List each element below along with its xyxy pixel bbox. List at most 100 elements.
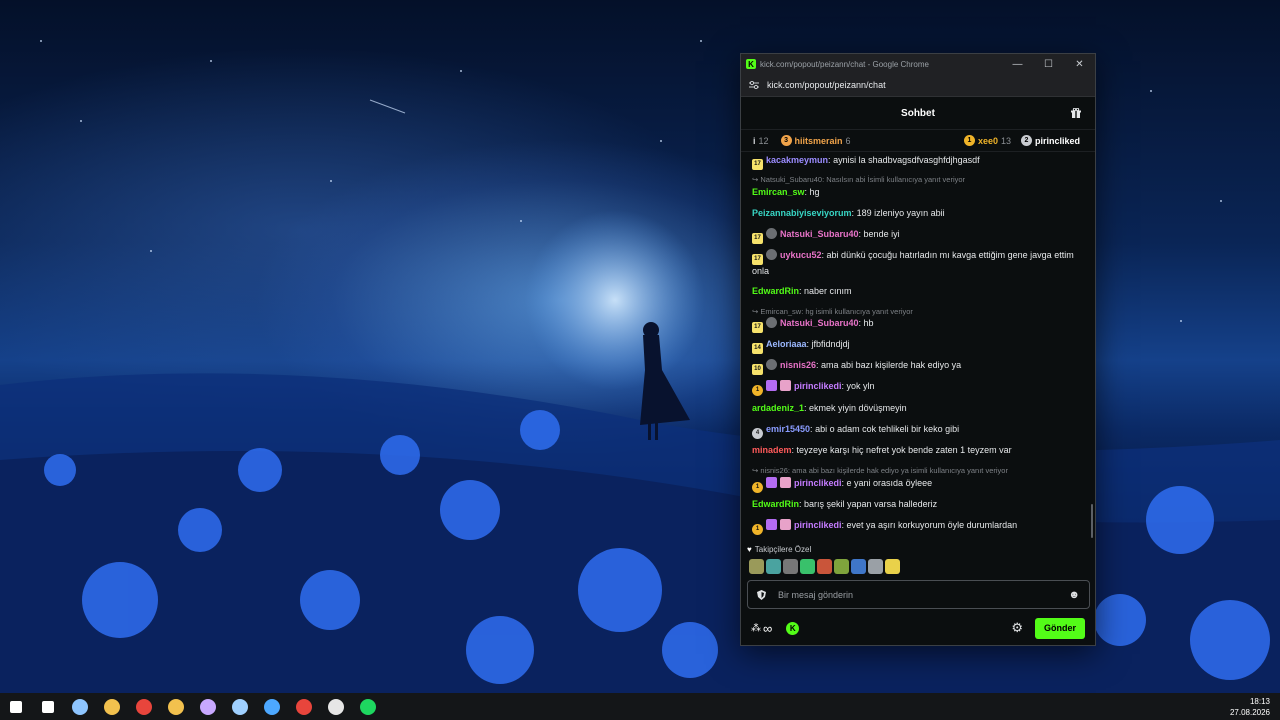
cheese-icon[interactable] [885, 559, 900, 574]
window-titlebar[interactable]: K kick.com/popout/peizann/chat - Google … [741, 54, 1095, 74]
face-icon[interactable] [800, 559, 815, 574]
send-button[interactable]: Gönder [1035, 617, 1085, 639]
message-text: naber cınım [804, 286, 852, 296]
username[interactable]: EdwardRin [752, 499, 799, 509]
chrome-popout-window: K kick.com/popout/peizann/chat - Google … [740, 53, 1096, 646]
maximize-button[interactable]: ☐ [1033, 54, 1064, 74]
shooting-star [369, 99, 406, 114]
username[interactable]: pirinclikedi [794, 381, 842, 391]
obs-taskbar-button[interactable] [320, 693, 352, 720]
username[interactable]: Emircan_sw [752, 187, 805, 197]
hat-icon[interactable] [783, 559, 798, 574]
username[interactable]: EdwardRin [752, 286, 799, 296]
pepe-icon[interactable] [749, 559, 764, 574]
chat-message: 17 Natsuki_Subaru40: bende iyi [752, 228, 1088, 244]
message-text: hg [809, 187, 820, 197]
emote-section-header: ♥ Takipçilere Özel [747, 545, 811, 554]
username[interactable]: uykucu52 [780, 250, 822, 260]
frog-icon[interactable] [766, 559, 781, 574]
username[interactable]: kacakmeymun [766, 155, 828, 165]
windows-start-taskbar-button[interactable] [0, 693, 32, 720]
leader-entry-2[interactable]: 1 xee0 13 [963, 135, 1011, 146]
avatar-badge-icon [766, 359, 777, 370]
chrome-icon [136, 698, 152, 715]
app-icon [264, 698, 280, 715]
rank-badge: 2 [1020, 135, 1032, 146]
infinity-label: ∞ [763, 620, 773, 636]
message-text: hb [863, 318, 874, 328]
kick-k-icon[interactable]: K [786, 621, 800, 635]
username[interactable]: Peizannabiyiseviyorum [752, 208, 852, 218]
leader-entry-1[interactable]: 3 hiitsmerain 6 [780, 135, 851, 146]
spotify-taskbar-button[interactable] [352, 693, 384, 720]
sub-badge: 17 [752, 159, 763, 170]
kick-logo-icon: K [746, 59, 756, 69]
leader-entry-3[interactable]: 2 pirincliked [1020, 135, 1083, 146]
sub-badge: 17 [752, 233, 763, 244]
app-taskbar-button[interactable] [256, 693, 288, 720]
search-taskbar-button[interactable] [32, 693, 64, 720]
gift-badge-icon [766, 519, 777, 530]
gift-icon[interactable] [1071, 108, 1081, 118]
message-text: jfbfidndjdj [811, 339, 850, 349]
avatar-badge-icon [766, 317, 777, 328]
reply-context[interactable]: ↪ Emircan_sw: hg isimli kullanıcıya yanı… [752, 307, 913, 316]
leader-entry-0[interactable]: i 12 [753, 136, 769, 146]
message-text: bende iyi [863, 229, 900, 239]
chrome-taskbar-button[interactable] [128, 693, 160, 720]
file-explorer-icon [104, 698, 120, 715]
search-icon [42, 700, 54, 713]
minimize-button[interactable]: — [1002, 54, 1033, 74]
username[interactable]: Aeloriaaa [766, 339, 807, 349]
reply-context[interactable]: ↪ nisnis26: ama abi bazı kişilerde hak e… [752, 466, 1008, 475]
chat-title: Sohbet [901, 107, 935, 119]
chat-scrollbar[interactable] [1091, 504, 1093, 538]
blue-icon[interactable] [851, 559, 866, 574]
chat-message: 17 kacakmeymun: aynisi la shadbvagsdfvasg… [752, 154, 1088, 170]
reply-context[interactable]: ↪ Natsuki_Subaru40: Nasılsın abi İsimli … [752, 175, 965, 184]
window-title: kick.com/popout/peizann/chat - Google Ch… [760, 59, 929, 69]
system-clock[interactable]: 18:13 27.08.2026 [1230, 696, 1270, 718]
gear-icon[interactable]: ⚙ [1011, 620, 1023, 636]
leader-count: 6 [845, 135, 851, 146]
browser-red-taskbar-button[interactable] [288, 693, 320, 720]
windows-start-icon [10, 700, 22, 713]
chat-message: 1 pirinclikedi: yok yln [752, 380, 1088, 396]
chrome-profile-taskbar-button[interactable] [160, 693, 192, 720]
chat-header: Sohbet [741, 97, 1095, 130]
site-settings-icon[interactable] [749, 81, 759, 89]
username[interactable]: minadem [752, 445, 792, 455]
gift-badge-icon [766, 380, 777, 391]
username[interactable]: ardadeniz_1 [752, 403, 804, 413]
leader-name: hiitsmerain [794, 135, 843, 146]
username[interactable]: Natsuki_Subaru40 [780, 229, 859, 239]
username[interactable]: emir15450 [766, 424, 810, 434]
message-text: yok yln [846, 381, 875, 391]
grumpy-icon[interactable] [868, 559, 883, 574]
message-text: abi o adam cok tehlikeli bir keko gibi [815, 424, 960, 434]
chrome-profile-icon [168, 698, 184, 715]
close-button[interactable]: ✕ [1064, 54, 1095, 74]
chrome-badge-taskbar-button[interactable] [192, 693, 224, 720]
username[interactable]: Natsuki_Subaru40 [780, 318, 859, 328]
clock-date: 27.08.2026 [1229, 708, 1270, 717]
green-icon[interactable] [817, 559, 832, 574]
clock-time: 18:13 [1249, 697, 1270, 706]
shield-icon[interactable] [757, 589, 766, 600]
username[interactable]: pirinclikedi [794, 478, 842, 488]
avatar-badge-icon [780, 519, 791, 530]
username[interactable]: nisnis26 [780, 360, 816, 370]
steam-taskbar-button[interactable] [224, 693, 256, 720]
chat-message: minadem: teyzeye karşı hiç nefret yok be… [752, 445, 1012, 455]
creature-icon[interactable] [834, 559, 849, 574]
taskview-icon [72, 698, 88, 715]
moon-glow [525, 210, 705, 390]
taskview-taskbar-button[interactable] [64, 693, 96, 720]
file-explorer-taskbar-button[interactable] [96, 693, 128, 720]
emoji-icon[interactable]: ☻ [1068, 589, 1080, 601]
message-input[interactable]: Bir mesaj gönderin ☻ [747, 580, 1090, 609]
username[interactable]: pirinclikedi [794, 520, 842, 530]
points-icon[interactable]: ⁂ [751, 623, 761, 634]
address-bar[interactable]: kick.com/popout/peizann/chat [741, 74, 1095, 97]
chat-messages[interactable]: 17 kacakmeymun: aynisi la shadbvagsdfvasg… [741, 151, 1095, 539]
